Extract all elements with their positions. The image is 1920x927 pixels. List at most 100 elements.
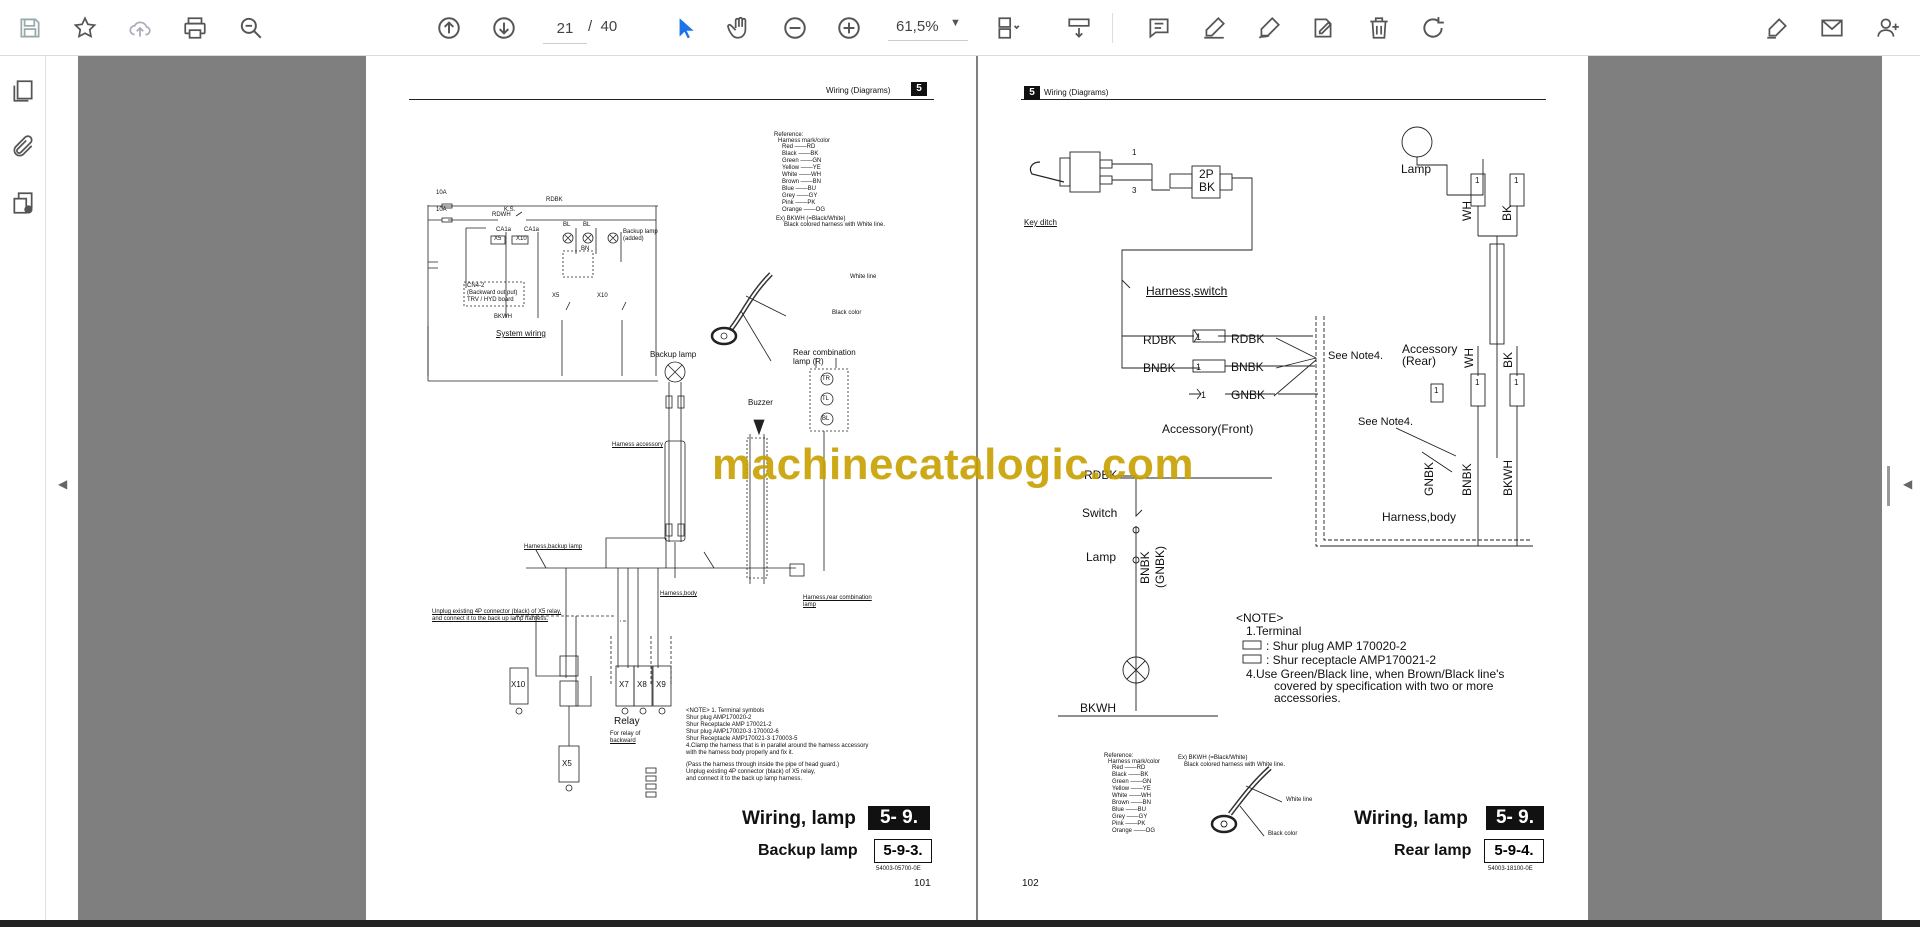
section-title: Wiring, lamp <box>742 808 856 829</box>
harness-body-label: Harness,body <box>660 591 698 597</box>
rear-combination-label: lamp (R) <box>793 357 824 366</box>
stamp-icon[interactable] <box>1305 10 1341 46</box>
wire-label: BNBK <box>1460 463 1474 496</box>
email-icon[interactable] <box>1814 10 1850 46</box>
pin-label: 1 <box>1196 362 1202 372</box>
reference-example-note: Black colored harness with White line. <box>1184 762 1286 768</box>
accessory-rear-label: (Rear) <box>1402 354 1437 368</box>
wire-label: BK <box>1501 351 1515 368</box>
backward-label: backward <box>610 738 636 744</box>
harness-body-label: Harness,body <box>1382 510 1457 524</box>
draw-icon[interactable] <box>1251 10 1287 46</box>
relay-label: CA1a <box>496 227 512 233</box>
wire-label: GNBK <box>1422 461 1436 496</box>
scroll-mode-icon[interactable] <box>1061 10 1097 46</box>
connector-2p-label: 2P <box>1199 167 1214 181</box>
reference-row: Brown ——BN <box>1112 800 1152 806</box>
fit-page-icon[interactable] <box>990 10 1026 46</box>
rotate-icon[interactable] <box>1415 10 1451 46</box>
note-line: 1.Terminal <box>1246 624 1302 638</box>
relay-label: X5 <box>552 293 560 299</box>
layers-icon[interactable] <box>8 188 38 218</box>
wire-label: RDWH <box>492 212 511 218</box>
page-down-icon[interactable] <box>486 10 522 46</box>
bookmark-star-icon[interactable] <box>67 10 103 46</box>
collapse-left-icon[interactable]: ◀ <box>58 477 67 491</box>
reference-row: White ——WH <box>782 172 821 178</box>
chevron-down-icon[interactable]: ▼ <box>950 17 961 29</box>
wire-label: BK <box>1500 204 1514 221</box>
edit-sign-icon[interactable] <box>1759 10 1795 46</box>
note-line: (Pass the harness through inside the pip… <box>686 762 840 768</box>
delete-icon[interactable] <box>1361 10 1397 46</box>
lamp-tr-label: TR <box>822 376 830 382</box>
reference-row: Green ——GN <box>1112 779 1152 785</box>
subsection-number: 5-9-4. <box>1484 839 1544 863</box>
for-relay-label: For relay of <box>610 731 641 737</box>
reference-row: Red ——RD <box>782 144 816 150</box>
relay-x8-label: X8 <box>637 680 647 689</box>
zoom-in-icon[interactable] <box>831 10 867 46</box>
add-user-icon[interactable] <box>1870 10 1906 46</box>
pin-label: 1 <box>1196 332 1202 342</box>
bottom-bar <box>0 920 1920 927</box>
page-number: 102 <box>1022 878 1039 889</box>
harness-switch-label: Harness,switch <box>1146 284 1228 298</box>
highlight-pen-icon[interactable] <box>1196 10 1232 46</box>
note-line: 4.Clamp the harness that is in parallel … <box>686 743 869 749</box>
black-color-label: Black color <box>1268 831 1298 837</box>
wire-label: RDBK <box>1231 332 1265 346</box>
wire-label: WH <box>1462 348 1476 368</box>
fuse-label: 10A <box>436 190 447 196</box>
note-line: <NOTE> <box>1236 611 1284 625</box>
see-note-label: See Note4. <box>1328 350 1384 362</box>
relay-x7-label: X7 <box>619 680 629 689</box>
wire-label: RDBK <box>1143 333 1177 347</box>
document-code: 54003-18100-0E <box>1488 866 1533 872</box>
select-cursor-icon[interactable] <box>667 10 703 46</box>
pin-label: 1 <box>1514 378 1519 387</box>
wire-label: BL <box>563 222 571 228</box>
print-icon[interactable] <box>177 10 213 46</box>
subsection-title: Rear lamp <box>1394 842 1472 859</box>
reference-example: Ex) BKWH (=Black/White) <box>1178 755 1248 761</box>
reference-row: Black ——BK <box>782 151 819 157</box>
section-title-number: 5- 9. <box>868 806 930 830</box>
relay-label: X5 <box>494 236 502 242</box>
save-icon[interactable] <box>12 10 48 46</box>
attachment-icon[interactable] <box>8 132 38 162</box>
pane-resize-handle[interactable] <box>1887 466 1890 506</box>
lamp-tl-label: TL <box>822 396 830 402</box>
collapse-right-icon[interactable]: ◀ <box>1903 477 1912 491</box>
zoom-out-icon[interactable] <box>777 10 813 46</box>
relay-x9-label: X9 <box>656 680 666 689</box>
toolbar-divider <box>1112 13 1113 43</box>
wire-label: (GNBK) <box>1153 546 1167 588</box>
reference-row: Green ——GN <box>782 158 822 164</box>
switch-label: Switch <box>1082 506 1118 520</box>
hand-icon[interactable] <box>722 10 758 46</box>
page-up-icon[interactable] <box>431 10 467 46</box>
page-number-input[interactable] <box>543 13 587 44</box>
relay-label: CA1a <box>524 227 540 233</box>
pages-icon[interactable] <box>8 76 38 106</box>
white-line-label: White line <box>850 274 877 280</box>
cloud-upload-icon[interactable] <box>122 10 158 46</box>
wire-label: BKWH <box>1501 460 1515 496</box>
lamp-bl-label: BL <box>822 416 830 422</box>
note-line: Shur plug AMP170020-2 <box>686 715 752 721</box>
wire-label: GNBK <box>1231 388 1266 402</box>
key-ditch-label: Key ditch <box>1024 218 1057 227</box>
reference-row: Yellow ——YE <box>782 165 821 171</box>
harness-rear-label: Harness,rear combination <box>803 595 872 601</box>
harness-accessory-label: Harness accessory <box>612 442 664 448</box>
page-number: 101 <box>914 878 931 889</box>
comment-icon[interactable] <box>1141 10 1177 46</box>
reference-row: Orange ——OG <box>1112 828 1156 834</box>
section-badge: 5 <box>911 82 927 96</box>
harness-backup-label: Harness,backup lamp <box>524 544 583 550</box>
relay-label: X10 <box>597 293 608 299</box>
wire-label: BNBK <box>1143 361 1176 375</box>
lamp-label: Lamp <box>1401 162 1432 176</box>
zoom-search-icon[interactable] <box>233 10 269 46</box>
